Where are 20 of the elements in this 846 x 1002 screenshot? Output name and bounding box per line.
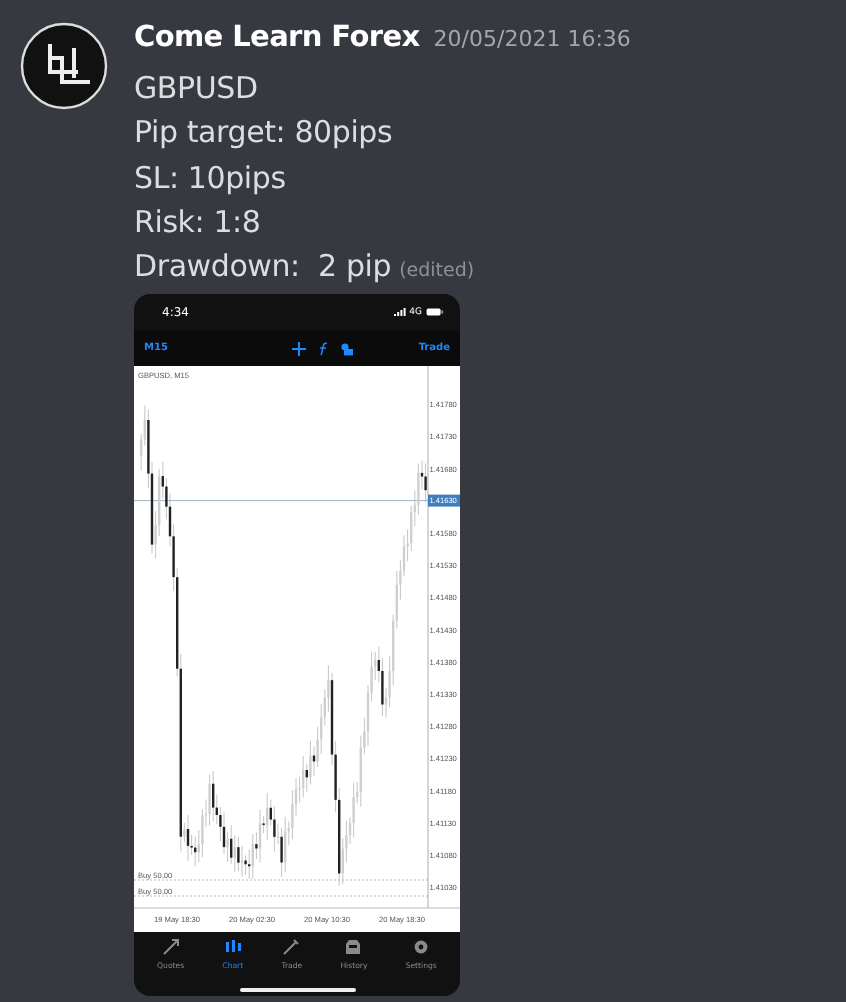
pen-icon: [282, 938, 301, 957]
avatar-logo: [20, 22, 108, 110]
arrows-icon: [161, 938, 180, 957]
function-icon: [318, 341, 329, 356]
author-name[interactable]: Come Learn Forex: [134, 22, 420, 54]
message-line: SL: 10pips: [134, 157, 288, 200]
gear-icon: [412, 938, 431, 957]
chart-icon: [223, 938, 242, 957]
message-line: Drawdown: 2 pip: [134, 246, 392, 289]
message-line: GBPUSD: [134, 68, 260, 110]
crosshair-icon: [292, 341, 307, 356]
message-line: Risk: 1:8: [134, 201, 263, 244]
timestamp: 20/05/2021 16:36: [433, 26, 631, 52]
edited-label: (edited): [399, 260, 475, 283]
objects-icon: [340, 341, 355, 356]
home-indicator: [239, 987, 355, 992]
message-line: Pip target: 80pips: [134, 112, 395, 155]
signal-icon: [393, 308, 406, 317]
inbox-icon: [344, 938, 363, 957]
battery-icon: [426, 308, 444, 317]
